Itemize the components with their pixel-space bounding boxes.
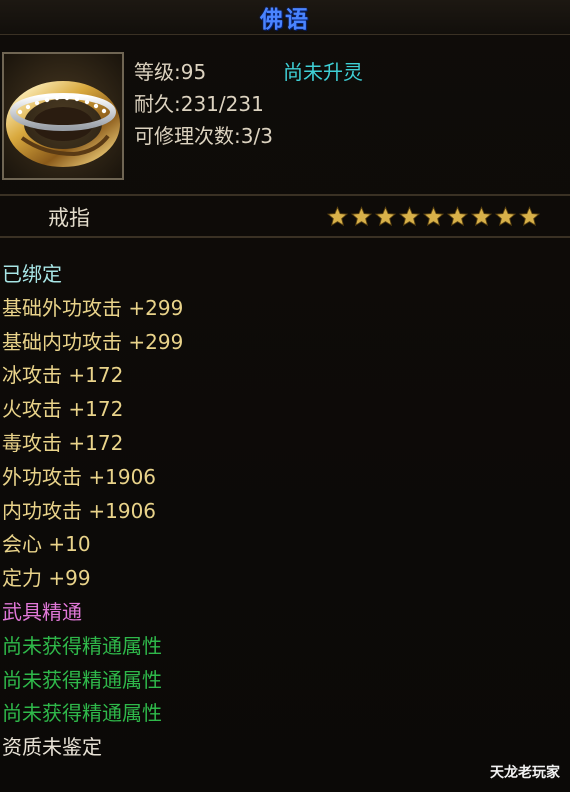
attribute-line: 武具精通: [2, 599, 82, 624]
attribute-line: 冰攻击 +172: [2, 363, 124, 388]
star-icon: [471, 206, 492, 227]
level-text: 等级:95: [134, 60, 207, 84]
star-icon: [423, 206, 444, 227]
item-tooltip: 佛语 等级:95 尚未升灵 耐久:231/231 可修理次数:3/3 戒指 已绑…: [0, 0, 570, 792]
title-bar: 佛语: [0, 0, 570, 35]
attribute-line: 毒攻击 +172: [2, 430, 124, 455]
item-type: 戒指: [48, 206, 90, 230]
watermark: 天龙老玩家: [490, 765, 560, 781]
attribute-line: 基础内功攻击 +299: [2, 329, 184, 354]
attribute-line: 内功攻击 +1906: [2, 498, 157, 523]
repair-count-text: 可修理次数:3/3: [134, 124, 273, 148]
attribute-line: 资质未鉴定: [2, 735, 102, 760]
attribute-line: 尚未获得精通属性: [2, 701, 162, 726]
star-icon: [447, 206, 468, 227]
attribute-line: 尚未获得精通属性: [2, 633, 162, 658]
star-icon: [375, 206, 396, 227]
star-icon: [327, 206, 348, 227]
attribute-line: 会心 +10: [2, 532, 91, 557]
star-rating: [327, 206, 540, 227]
item-type-bar: 戒指: [0, 196, 570, 238]
item-title: 佛语: [260, 7, 310, 33]
star-icon: [351, 206, 372, 227]
attribute-line: 定力 +99: [2, 566, 91, 591]
star-icon: [399, 206, 420, 227]
attribute-line: 外功攻击 +1906: [2, 464, 157, 489]
attribute-list: 已绑定基础外功攻击 +299 基础内功攻击 +299 冰攻击 +172 火攻击 +17…: [2, 258, 183, 765]
durability-text: 耐久:231/231: [134, 92, 264, 116]
attribute-line: 火攻击 +172: [2, 397, 124, 422]
attribute-line: 基础外功攻击 +299: [2, 295, 184, 320]
star-icon: [495, 206, 516, 227]
attribute-line: 尚未获得精通属性: [2, 667, 162, 692]
ring-icon[interactable]: [2, 52, 124, 180]
ascension-status: 尚未升灵: [283, 60, 363, 84]
attribute-line: 已绑定: [2, 262, 62, 286]
star-icon: [519, 206, 540, 227]
